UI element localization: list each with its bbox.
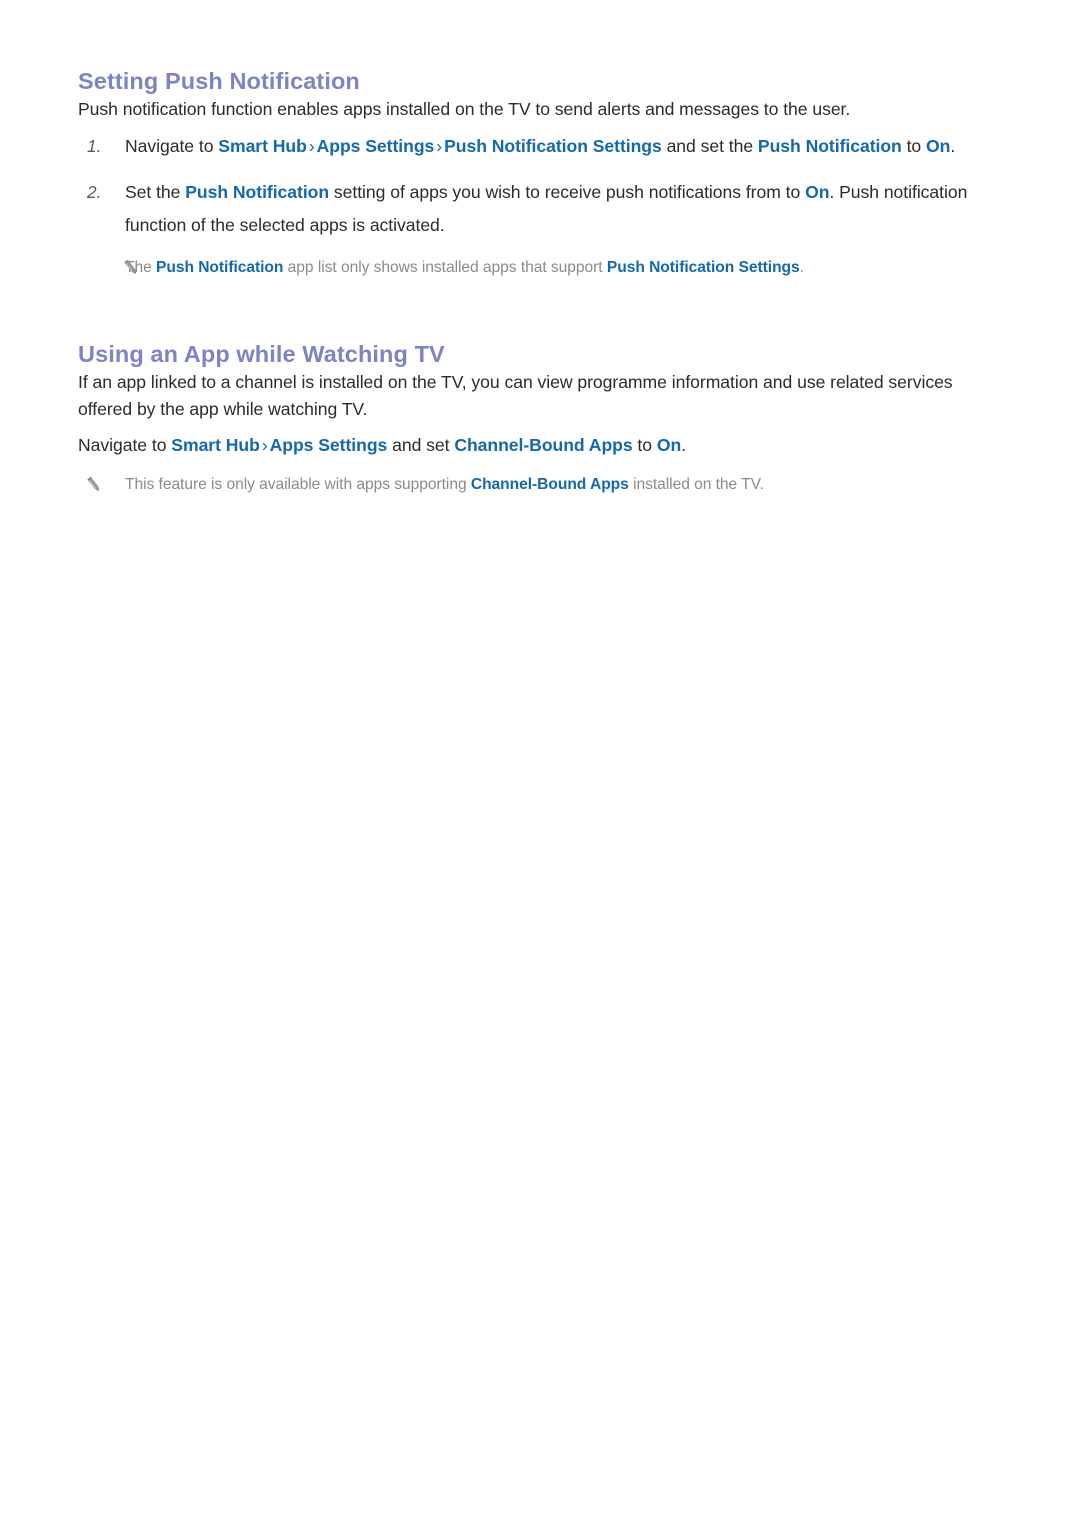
keyword-term: Push Notification [757,136,902,156]
keyword-term: On [925,136,951,156]
step-item: 2. Set the Push Notification setting of … [78,176,984,242]
document-page: Setting Push Notification Push notificat… [0,0,1080,1527]
note-using-app: This feature is only available with apps… [78,472,984,498]
pencil-icon [121,258,141,278]
step-marker: 2. [87,182,102,202]
keyword-term: On [656,435,682,455]
navigate-line-using-app: Navigate to Smart Hub › Apps Settings and … [78,430,984,460]
keyword-term: Channel-Bound Apps [454,435,633,455]
breadcrumb-separator-icon: › [261,435,268,455]
note-push-notification: The Push Notification app list only show… [78,255,984,281]
keyword-term: Channel-Bound Apps [470,476,629,493]
step-text: Navigate to Smart Hub › Apps Settings › Push… [125,136,956,156]
pencil-icon [84,475,104,495]
step-text: Set the Push Notification setting of app… [125,182,968,235]
section-heading-using-an-app-while-watching-tv: Using an App while Watching TV [78,341,445,367]
keyword-term: Push Notification Settings [606,259,800,276]
page-content: Setting Push Notification Push notificat… [78,66,984,498]
keyword-term: Smart Hub [218,136,307,156]
breadcrumb-separator-icon: › [436,136,443,156]
navigate-line-text: Navigate to Smart Hub › Apps Settings and … [78,435,687,455]
note-text: This feature is only available with apps… [125,476,764,493]
section-heading-setting-push-notification: Setting Push Notification [78,68,360,94]
step-item: 1. Navigate to Smart Hub › Apps Settings › P… [78,130,984,163]
breadcrumb-separator-icon: › [308,136,315,156]
intro-paragraph-push-notification: Push notification function enables apps … [78,99,851,119]
keyword-term: Apps Settings [316,136,435,156]
keyword-term: Push Notification Settings [444,136,662,156]
keyword-term: Smart Hub [171,435,260,455]
intro-paragraph-using-app: If an app linked to a channel is install… [78,372,953,419]
keyword-term: On [805,182,830,202]
step-marker: 1. [87,136,102,156]
keyword-term: Push Notification [156,259,284,276]
note-text: The Push Notification app list only show… [125,259,804,276]
steps-list-push-notification: 1. Navigate to Smart Hub › Apps Settings › P… [78,130,984,242]
keyword-term: Push Notification [185,182,330,202]
keyword-term: Apps Settings [269,435,388,455]
